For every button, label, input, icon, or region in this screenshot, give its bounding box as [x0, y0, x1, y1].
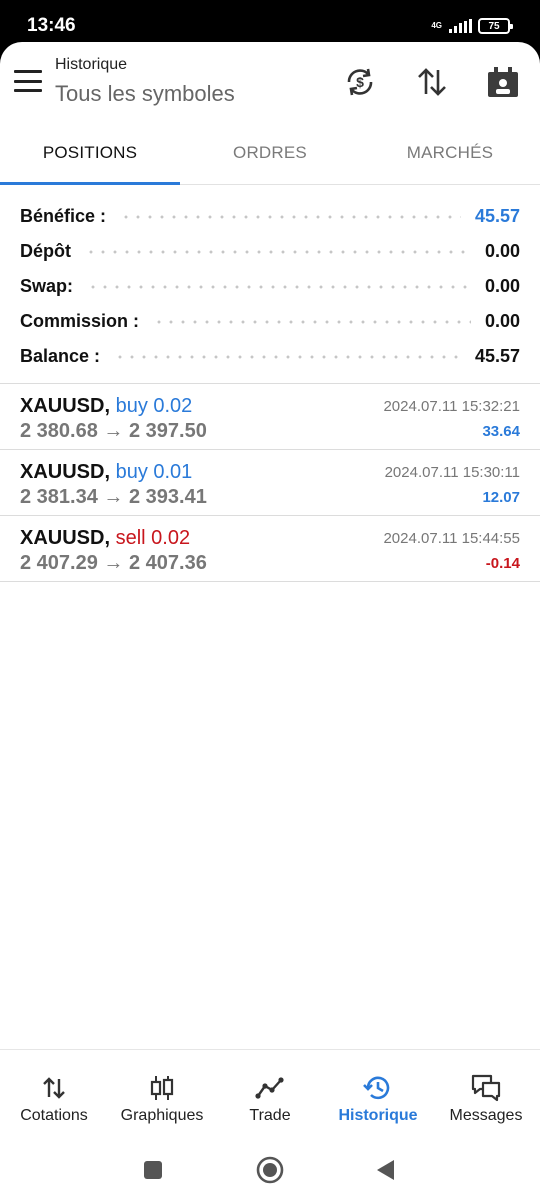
nav-trade[interactable]: Trade — [216, 1050, 324, 1141]
recent-apps-icon[interactable] — [136, 1153, 170, 1187]
summary-row-deposit: Dépôt 0.00 — [0, 234, 540, 269]
summary-row-profit: Bénéfice : 45.57 — [0, 199, 540, 234]
summary-label: Dépôt — [20, 241, 71, 261]
battery-level: 75 — [488, 20, 500, 32]
summary-panel: Bénéfice : 45.57 Dépôt 0.00 Swap: 0.00 C… — [0, 199, 540, 374]
bottom-navigation: Cotations Graphiques Trade Historique Me… — [0, 1049, 540, 1141]
dotted-leader — [85, 245, 471, 258]
page-title: Historique — [55, 56, 128, 73]
deal-time: 2024.07.11 15:44:55 — [383, 530, 520, 547]
tab-bar: POSITIONS ORDRES MARCHÉS — [0, 129, 540, 185]
currency-exchange-icon[interactable]: $ — [340, 62, 380, 102]
deal-side: buy 0.01 — [115, 461, 193, 483]
back-icon[interactable] — [368, 1153, 402, 1187]
summary-row-balance: Balance : 45.57 — [0, 339, 540, 374]
nav-quotes[interactable]: Cotations — [0, 1050, 108, 1141]
summary-label: Bénéfice : — [20, 206, 107, 226]
nav-messages[interactable]: Messages — [432, 1050, 540, 1141]
chat-bubbles-icon — [470, 1072, 502, 1104]
quotes-arrows-icon — [38, 1072, 70, 1104]
deal-profit: -0.14 — [485, 555, 520, 572]
status-bar: 13:46 4G 75 — [0, 0, 540, 44]
deal-symbol: XAUUSD, — [20, 395, 111, 417]
nav-label: Trade — [249, 1107, 291, 1124]
list-item[interactable]: XAUUSD, sell 0.02 2 407.29 → 2 407.36 20… — [0, 516, 540, 582]
summary-value: 0.00 — [484, 241, 520, 261]
deal-prices: 2 381.34 → 2 393.41 — [20, 486, 207, 508]
nav-charts[interactable]: Graphiques — [108, 1050, 216, 1141]
network-type: 4G — [431, 21, 442, 30]
calendar-icon[interactable] — [483, 62, 523, 102]
deal-profit: 12.07 — [482, 489, 520, 506]
tab-orders[interactable]: ORDRES — [180, 129, 360, 184]
nav-label: Graphiques — [120, 1107, 204, 1124]
summary-value: 45.57 — [474, 206, 520, 226]
positions-list: XAUUSD, buy 0.02 2 380.68 → 2 397.50 202… — [0, 383, 540, 582]
summary-label: Balance : — [20, 346, 101, 366]
status-indicators: 4G 75 — [431, 16, 513, 36]
sort-arrows-icon[interactable] — [412, 62, 452, 102]
deal-symbol: XAUUSD, — [20, 527, 111, 549]
nav-label: Cotations — [20, 1107, 88, 1124]
deal-time: 2024.07.11 15:30:11 — [384, 464, 520, 481]
summary-value: 45.57 — [474, 346, 520, 366]
list-item[interactable]: XAUUSD, buy 0.02 2 380.68 → 2 397.50 202… — [0, 384, 540, 450]
tab-markets[interactable]: MARCHÉS — [360, 129, 540, 184]
svg-text:$: $ — [356, 74, 364, 90]
nav-label: Historique — [338, 1107, 418, 1124]
summary-value: 0.00 — [484, 276, 520, 296]
system-navigation-bar — [0, 1141, 540, 1200]
list-item[interactable]: XAUUSD, buy 0.01 2 381.34 → 2 393.41 202… — [0, 450, 540, 516]
deal-time: 2024.07.11 15:32:21 — [383, 398, 520, 415]
trade-line-icon — [254, 1072, 286, 1104]
dotted-leader — [120, 210, 461, 223]
summary-value: 0.00 — [484, 311, 520, 331]
deal-side: buy 0.02 — [115, 395, 193, 417]
nav-history[interactable]: Historique — [324, 1050, 432, 1141]
hamburger-menu-icon[interactable] — [14, 70, 42, 92]
app-header: Historique Tous les symboles $ — [0, 42, 540, 127]
home-icon[interactable] — [253, 1153, 287, 1187]
deal-profit: 33.64 — [482, 423, 520, 440]
summary-row-swap: Swap: 0.00 — [0, 269, 540, 304]
deal-prices: 2 380.68 → 2 397.50 — [20, 420, 207, 442]
deal-prices: 2 407.29 → 2 407.36 — [20, 552, 207, 574]
deal-symbol: XAUUSD, — [20, 461, 111, 483]
history-clock-icon — [362, 1072, 394, 1104]
signal-icon — [449, 19, 472, 33]
summary-label: Commission : — [20, 311, 140, 331]
status-time: 13:46 — [27, 15, 76, 36]
dotted-leader — [114, 350, 461, 363]
dotted-leader — [153, 315, 471, 328]
candlestick-chart-icon — [146, 1072, 178, 1104]
summary-row-commission: Commission : 0.00 — [0, 304, 540, 339]
app-window: Historique Tous les symboles $ POSITIONS… — [0, 42, 540, 1200]
dotted-leader — [87, 280, 471, 293]
symbol-filter[interactable]: Tous les symboles — [55, 81, 235, 107]
nav-label: Messages — [449, 1107, 523, 1124]
deal-side: sell 0.02 — [115, 527, 191, 549]
battery-icon: 75 — [478, 18, 513, 34]
tab-positions[interactable]: POSITIONS — [0, 129, 180, 185]
summary-label: Swap: — [20, 276, 74, 296]
